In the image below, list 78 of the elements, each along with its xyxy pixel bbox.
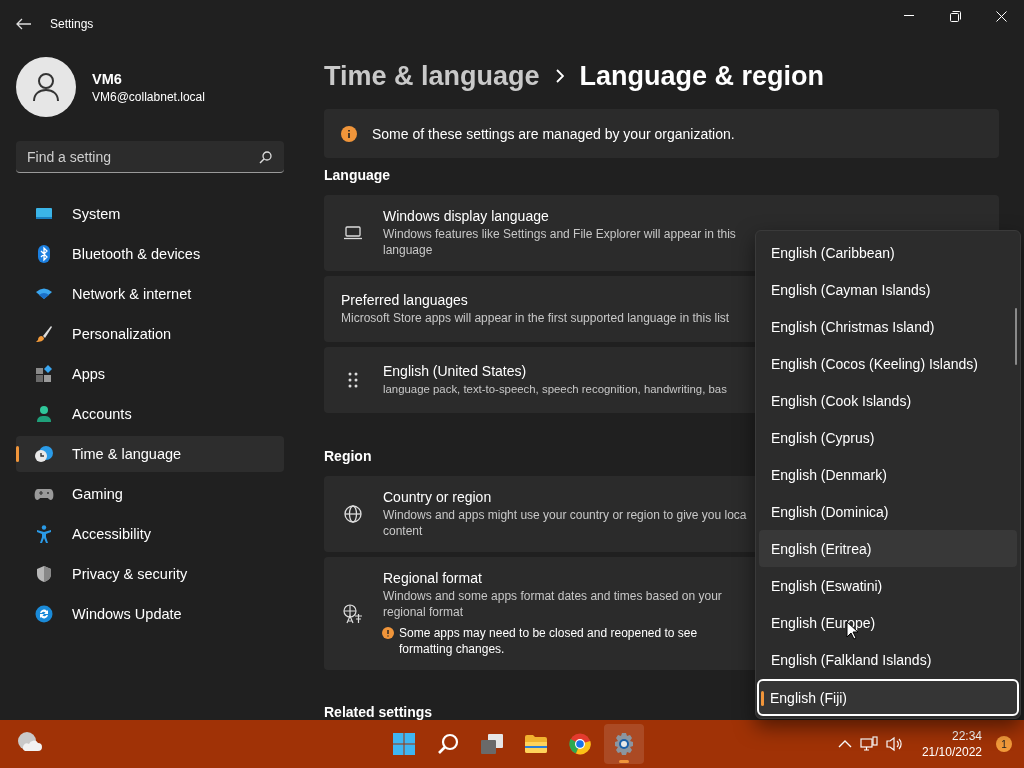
nav-item[interactable]: Personalization (16, 316, 284, 352)
search-icon (259, 151, 272, 164)
nav-item[interactable]: Bluetooth & devices (16, 236, 284, 272)
weather-icon[interactable] (16, 731, 42, 753)
selection-indicator (761, 691, 764, 706)
bluetooth-icon (37, 245, 51, 263)
scrollbar-thumb[interactable] (1015, 308, 1017, 365)
wifi-icon (35, 287, 53, 301)
selection-indicator (16, 446, 19, 462)
warning-text: Some apps may need to be closed and reopened to see formatting changes. (399, 625, 699, 657)
globe-clock-icon (34, 445, 54, 463)
window-title: Settings (50, 17, 94, 31)
network-icon[interactable] (859, 736, 878, 752)
minimize-icon (904, 15, 914, 17)
setting-description: Microsoft Store apps will appear in the first supported language in this list (341, 310, 731, 326)
avatar[interactable] (16, 57, 76, 117)
nav-item[interactable]: System (16, 196, 284, 232)
dropdown-option[interactable]: English (Eritrea) (759, 530, 1017, 567)
search-field[interactable]: Find a setting (16, 141, 284, 173)
clock-time: 22:34 (951, 728, 982, 744)
globe-icon (344, 505, 362, 523)
nav-item[interactable]: Accessibility (16, 516, 284, 552)
user-email: VM6@collabnet.local (92, 89, 205, 104)
nav-item[interactable]: Windows Update (16, 596, 284, 632)
windows-logo-icon (393, 733, 415, 755)
search-icon (437, 733, 459, 755)
page-title: Language & region (579, 60, 825, 92)
language-format-icon (343, 603, 363, 624)
close-icon (995, 10, 1007, 22)
drag-handle-icon[interactable] (348, 372, 358, 388)
section-heading: Related settings (324, 704, 434, 720)
person-icon (31, 72, 61, 102)
setting-title: Regional format (383, 570, 483, 586)
apps-icon (35, 365, 53, 383)
setting-title: Windows display language (383, 208, 550, 224)
nav-item[interactable]: Privacy & security (16, 556, 284, 592)
section-heading: Region (324, 448, 373, 464)
info-text: Some of these settings are managed by your organization. (372, 125, 735, 142)
setting-title: Country or region (383, 489, 493, 505)
setting-description: language pack, text-to-speech, speech recognition, handwriting, bas (383, 382, 728, 397)
setting-title: Preferred languages (341, 292, 469, 308)
chevron-right-icon (555, 69, 564, 83)
folder-icon (524, 734, 548, 754)
restore-icon (949, 10, 961, 22)
setting-title: English (United States) (383, 363, 528, 379)
user-name: VM6 (92, 70, 123, 87)
dropdown-option[interactable]: English (Cyprus) (759, 419, 1017, 456)
clock[interactable]: 22:34 21/10/2022 (921, 728, 982, 760)
task-view-icon (480, 733, 504, 755)
speaker-icon[interactable] (885, 736, 904, 752)
clock-date: 21/10/2022 (921, 744, 982, 760)
info-icon (341, 125, 357, 142)
person-icon (35, 405, 53, 423)
monitor-icon (35, 206, 53, 222)
section-heading: Language (324, 167, 392, 183)
browser-icon (569, 733, 591, 755)
notification-badge[interactable]: 1 (996, 736, 1012, 752)
chevron-up-icon[interactable] (837, 739, 852, 749)
nav-item[interactable]: Gaming (16, 476, 284, 512)
gamepad-icon (34, 487, 54, 501)
update-icon (35, 605, 53, 623)
laptop-icon (343, 226, 363, 240)
dropdown-option[interactable]: English (Fiji) (757, 679, 1019, 716)
nav-item[interactable]: Accounts (16, 396, 284, 432)
gear-icon (612, 732, 636, 756)
accessibility-icon (36, 525, 52, 543)
setting-description: Windows features like Settings and File Explorer will appear in this language (383, 226, 737, 258)
breadcrumb-link[interactable]: Time & language (324, 60, 540, 92)
shield-icon (36, 565, 52, 583)
warning-icon (382, 627, 394, 639)
setting-description: Windows and some apps format dates and times based on your regional format (383, 588, 723, 620)
setting-description: Windows and apps might use your country or region to give you loca content (383, 507, 748, 539)
nav-item[interactable]: Network & internet (16, 276, 284, 312)
nav-item[interactable]: Time & language (16, 436, 284, 472)
brush-icon (35, 325, 53, 343)
nav-item[interactable]: Apps (16, 356, 284, 392)
back-arrow-icon[interactable] (16, 18, 32, 30)
running-indicator (619, 760, 629, 763)
